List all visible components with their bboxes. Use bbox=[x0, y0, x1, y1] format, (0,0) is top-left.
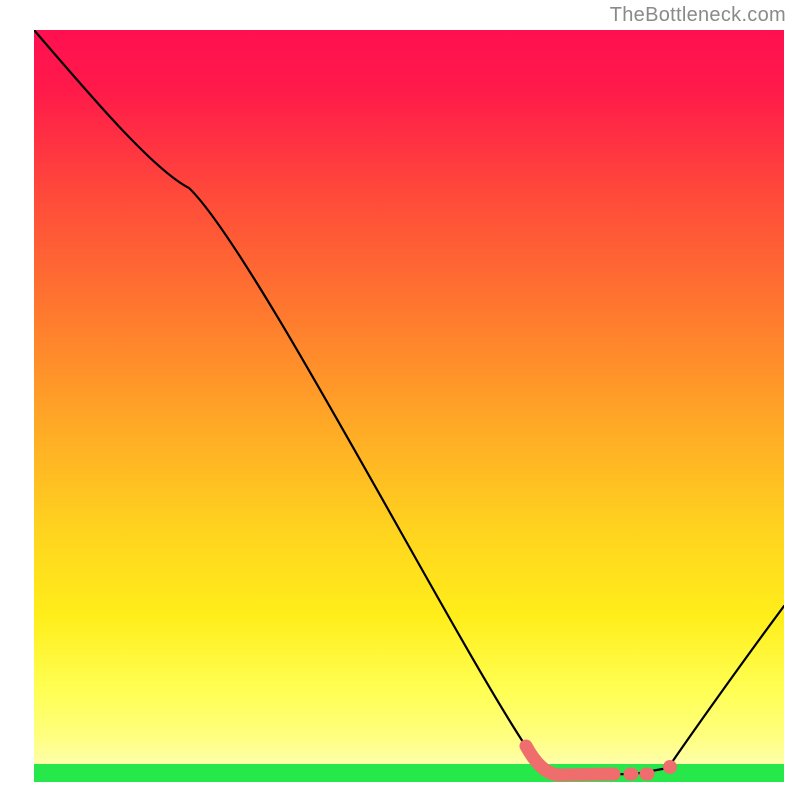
bottleneck-chart bbox=[34, 30, 784, 782]
curve-highlight-dot bbox=[663, 760, 677, 774]
chart-background bbox=[34, 30, 784, 782]
attribution-label: TheBottleneck.com bbox=[610, 4, 786, 27]
